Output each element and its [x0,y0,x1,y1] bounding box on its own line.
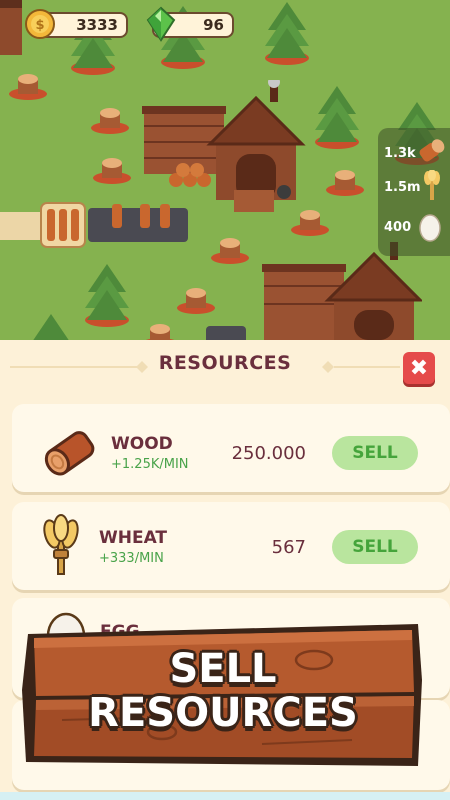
banner-line-2: RESOURCES [88,690,358,736]
tree-stump [211,238,249,264]
sell-button[interactable]: SELL [332,530,418,564]
gem-count: 96 [203,16,224,34]
resource-amount: 250.000 [231,443,306,464]
close-button[interactable]: ✖ [403,352,435,384]
building-corner [0,0,22,55]
side-wood-amount: 1.3k [384,146,416,161]
sell-label: SELL [352,443,398,463]
resource-name: WOOD [111,434,173,454]
tree-stump [177,288,215,314]
wheat-icon [43,514,79,575]
resource-name: WHEAT [99,528,168,548]
coin-count: 3333 [76,16,118,34]
sell-label: SELL [352,537,398,557]
pine-tree [265,2,309,65]
side-egg-amount: 400 [384,220,412,235]
egg-icon [419,214,441,242]
svg-text:$: $ [35,18,44,33]
pine-tree [315,86,359,149]
tree-stump [326,170,364,196]
wheat-icon [424,170,440,200]
side-wheat-amount: 1.5m [384,180,421,195]
resource-card-wood: WOOD +1.25K/MIN 250.000 SELL [12,404,450,492]
tree-stump [145,324,175,340]
gem-icon[interactable] [146,6,176,42]
resource-rate: +1.25K/MIN [111,457,189,472]
log-icon [419,139,445,162]
tree-stump [91,108,129,134]
resource-amount: 567 [271,537,306,558]
sawmill-building [142,80,306,212]
log-storage [40,202,86,248]
tree-stump [93,158,131,184]
pine-tree [33,314,69,340]
resource-card-wheat: WHEAT +333/MIN 567 SELL [12,502,450,590]
tree-stump [9,74,47,100]
log-icon [44,431,95,476]
game-world[interactable]: 3333 $ 96 1.3k 1.5m 400 [0,0,450,340]
machine-top [206,326,246,340]
panel-title: RESOURCES [158,352,292,374]
resource-side-panel[interactable]: 1.3k 1.5m 400 [378,128,450,256]
close-x-icon: ✖ [409,355,429,381]
sell-button[interactable]: SELL [332,436,418,470]
coin-icon[interactable]: $ [24,8,56,40]
banner-line-1: SELL [169,646,277,692]
bottom-strip [0,792,450,800]
resource-rate: +333/MIN [99,551,164,566]
pine-tree [85,264,129,327]
